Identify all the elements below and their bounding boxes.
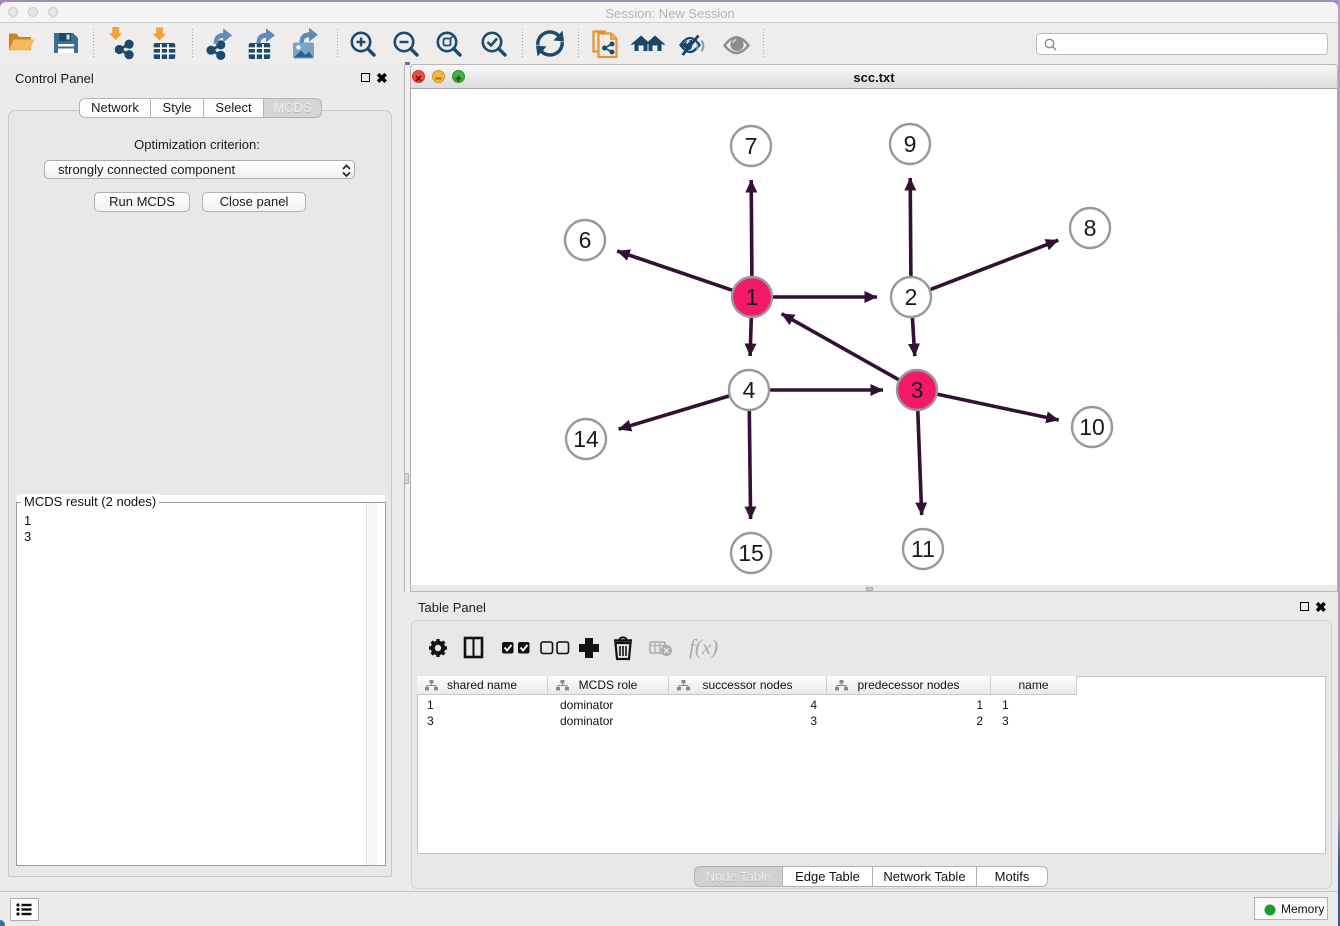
svg-text:9: 9 (904, 131, 917, 157)
svg-text:11: 11 (911, 536, 935, 562)
svg-text:10: 10 (1079, 414, 1105, 440)
svg-text:7: 7 (745, 133, 758, 159)
svg-text:3: 3 (911, 377, 924, 403)
svg-text:14: 14 (573, 426, 599, 452)
svg-text:15: 15 (738, 540, 764, 566)
svg-text:1: 1 (746, 284, 759, 310)
svg-text:f(x): f(x) (689, 635, 718, 659)
svg-text:6: 6 (579, 227, 592, 253)
svg-text:8: 8 (1084, 215, 1097, 241)
svg-text:2: 2 (905, 284, 918, 310)
svg-text:4: 4 (743, 377, 756, 403)
